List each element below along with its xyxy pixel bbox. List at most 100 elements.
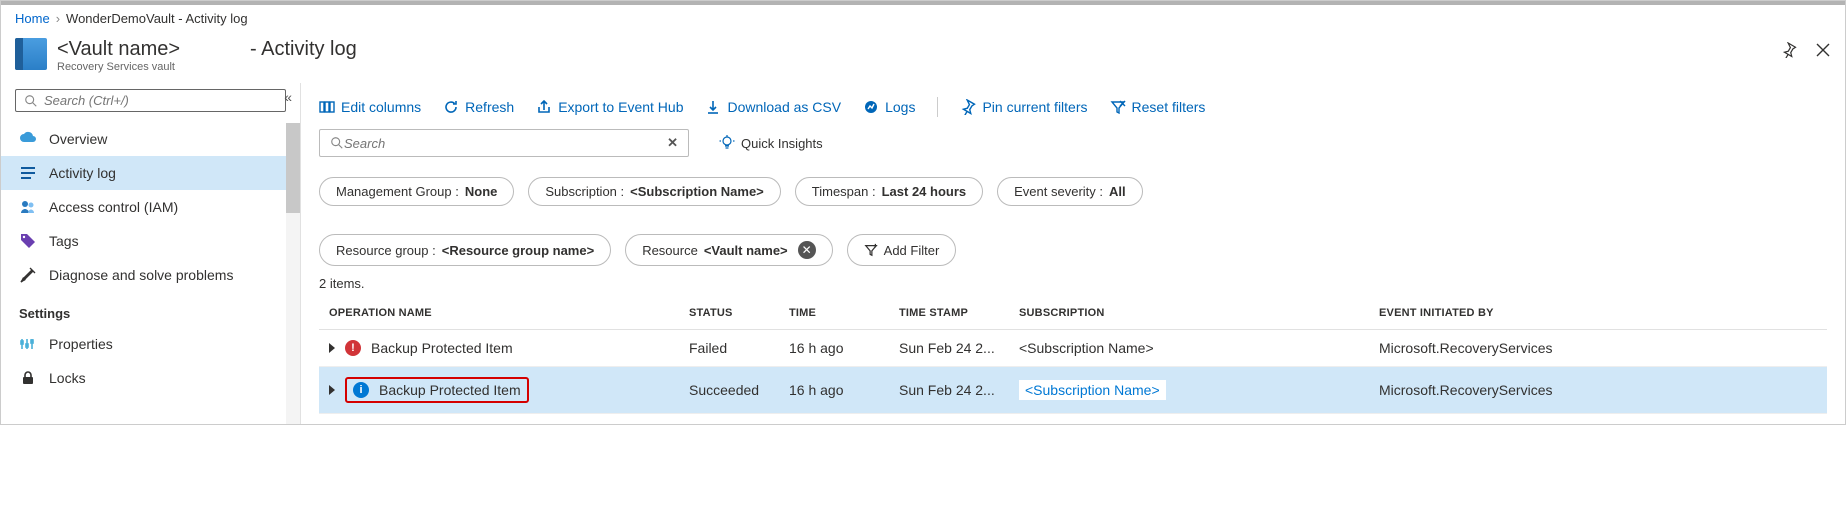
sidebar-search[interactable] [15,89,286,112]
filter-value: <Vault name> [704,243,788,258]
sidebar-item-tags[interactable]: Tags [1,224,300,258]
subscription-link[interactable]: <Subscription Name> [1019,380,1166,400]
quick-insights-label: Quick Insights [741,136,823,151]
page-section-title: - Activity log [250,38,357,61]
filter-value: <Resource group name> [442,243,594,258]
vault-icon [15,38,47,70]
highlighted-operation: iBackup Protected Item [345,377,529,403]
filter-label: Management Group : [336,184,459,199]
add-filter-button[interactable]: Add Filter [847,234,957,266]
search-icon [24,94,38,108]
quick-insights-button[interactable]: Quick Insights [719,135,823,151]
filter-pill[interactable]: Subscription : <Subscription Name> [528,177,780,206]
col-operation[interactable]: OPERATION NAME [319,297,679,330]
sidebar-item-label: Access control (IAM) [49,199,178,215]
filter-pill[interactable]: Timespan : Last 24 hours [795,177,983,206]
col-status[interactable]: STATUS [679,297,779,330]
toolbar-label: Download as CSV [727,99,841,115]
cell-status: Failed [679,330,779,367]
filter-pill[interactable]: Management Group : None [319,177,514,206]
col-subscription[interactable]: SUBSCRIPTION [1009,297,1369,330]
sidebar-search-input[interactable] [44,93,277,108]
toolbar-label: Edit columns [341,99,421,115]
filter-value: None [465,184,498,199]
reset-filters-button[interactable]: Reset filters [1110,99,1206,115]
breadcrumb: Home › WonderDemoVault - Activity log [1,5,1845,32]
sidebar-item-access-control[interactable]: Access control (IAM) [1,190,300,224]
cell-subscription: <Subscription Name> [1009,330,1369,367]
sidebar-item-activity-log[interactable]: Activity log [1,156,300,190]
edit-columns-button[interactable]: Edit columns [319,99,421,115]
toolbar: Edit columns Refresh Export to Event Hub… [319,93,1827,129]
col-initiated[interactable]: EVENT INITIATED BY [1369,297,1827,330]
page-subtitle: Recovery Services vault [57,61,180,73]
toolbar-label: Pin current filters [982,99,1087,115]
toolbar-label: Refresh [465,99,514,115]
items-count: 2 items. [319,276,1827,291]
add-filter-icon [864,243,878,257]
activity-table: OPERATION NAME STATUS TIME TIME STAMP SU… [319,297,1827,414]
refresh-button[interactable]: Refresh [443,99,514,115]
sidebar-scrollbar[interactable] [286,123,300,424]
collapse-sidebar-icon[interactable]: « [284,89,292,105]
cell-initiated: Microsoft.RecoveryServices [1369,330,1827,367]
toolbar-label: Export to Event Hub [558,99,683,115]
filter-pill[interactable]: Resource <Vault name> ✕ [625,234,832,266]
filter-label: Resource group : [336,243,436,258]
log-icon [19,164,37,182]
properties-icon [19,335,37,353]
content-search[interactable]: ✕ [319,129,689,157]
toolbar-label: Logs [885,99,915,115]
pin-icon[interactable] [1781,42,1797,61]
clear-search-icon[interactable]: ✕ [667,135,678,151]
tag-icon [19,232,37,250]
sidebar-item-diagnose[interactable]: Diagnose and solve problems [1,258,300,292]
col-timestamp[interactable]: TIME STAMP [889,297,1009,330]
download-csv-button[interactable]: Download as CSV [705,99,841,115]
chevron-right-icon: › [56,11,60,26]
add-filter-label: Add Filter [884,243,940,258]
cloud-icon [19,130,37,148]
col-time[interactable]: TIME [779,297,889,330]
sidebar: « Overview Activity log Access control (… [1,83,301,424]
logs-button[interactable]: Logs [863,99,915,115]
filter-label: Resource [642,243,698,258]
people-icon [19,198,37,216]
info-icon: i [353,382,369,398]
filter-label: Subscription : [545,184,624,199]
sidebar-item-properties[interactable]: Properties [1,327,300,361]
filter-label: Timespan : [812,184,876,199]
cell-status: Succeeded [679,367,779,414]
clear-filter-icon[interactable]: ✕ [798,241,816,259]
cell-time: 16 h ago [779,367,889,414]
breadcrumb-home[interactable]: Home [15,11,50,26]
operation-name: Backup Protected Item [371,340,513,356]
filter-pill[interactable]: Event severity : All [997,177,1143,206]
export-event-hub-button[interactable]: Export to Event Hub [536,99,683,115]
close-icon[interactable] [1815,42,1831,61]
lightbulb-icon [719,135,735,151]
breadcrumb-current: WonderDemoVault - Activity log [66,11,248,26]
toolbar-label: Reset filters [1132,99,1206,115]
error-icon: ! [345,340,361,356]
content-search-input[interactable] [344,136,667,151]
expand-row-icon[interactable] [329,385,335,395]
filter-pill[interactable]: Resource group : <Resource group name> [319,234,611,266]
table-row[interactable]: !Backup Protected ItemFailed16 h agoSun … [319,330,1827,367]
sidebar-item-label: Locks [49,370,86,386]
search-icon [330,136,344,150]
filter-value: All [1109,184,1126,199]
sidebar-item-locks[interactable]: Locks [1,361,300,395]
table-row[interactable]: iBackup Protected ItemSucceeded16 h agoS… [319,367,1827,414]
sidebar-item-overview[interactable]: Overview [1,122,300,156]
sidebar-item-label: Properties [49,336,113,352]
lock-icon [19,369,37,387]
page-title: <Vault name> [57,38,180,61]
cell-timestamp: Sun Feb 24 2... [889,330,1009,367]
expand-row-icon[interactable] [329,343,335,353]
filter-label: Event severity : [1014,184,1103,199]
toolbar-divider [937,97,938,117]
pin-filters-button[interactable]: Pin current filters [960,99,1087,115]
sidebar-section-settings: Settings [1,292,300,327]
sidebar-item-label: Tags [49,233,79,249]
